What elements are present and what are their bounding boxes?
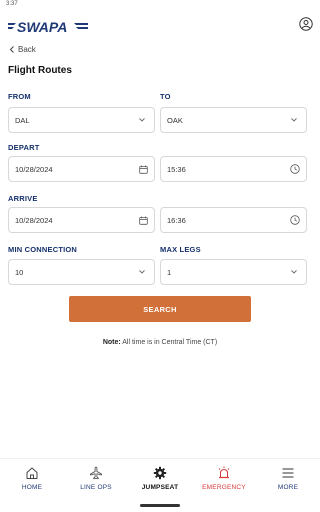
nav-label-home: HOME	[21, 484, 43, 491]
status-bar: 3:37	[0, 0, 320, 10]
calendar-icon[interactable]	[137, 216, 149, 225]
chevron-down-icon	[136, 270, 148, 274]
clock-icon[interactable]	[289, 215, 301, 225]
min-connection-select[interactable]: 10	[8, 259, 155, 285]
nav-label-more: MORE	[277, 484, 299, 491]
max-legs-value: 1	[167, 267, 172, 277]
gear-icon	[153, 466, 167, 480]
airplane-icon	[90, 466, 102, 480]
arrive-date-value: 10/28/2024	[15, 215, 53, 225]
depart-date-value: 10/28/2024	[15, 164, 53, 174]
arrive-time-value: 16:36	[167, 215, 186, 225]
nav-label-emergency: EMERGENCY	[202, 484, 246, 491]
svg-text:SWAPA: SWAPA	[17, 19, 67, 35]
min-connection-value: 10	[15, 267, 24, 277]
chevron-left-icon	[9, 46, 14, 53]
from-label: FROM	[8, 92, 31, 101]
back-label: Back	[18, 45, 36, 54]
time-zone-note: Note: All time is in Central Time (CT)	[0, 339, 320, 346]
nav-item-more[interactable]: MORE	[256, 459, 320, 498]
to-label: TO	[160, 92, 171, 101]
chevron-down-icon	[136, 118, 148, 122]
swapa-logo: SWAPA	[8, 19, 88, 35]
from-value: DAL	[15, 115, 30, 125]
nav-item-line-ops[interactable]: LINE OPS	[64, 459, 128, 498]
depart-time-field[interactable]: 15:36	[160, 156, 307, 182]
page-title: Flight Routes	[8, 65, 72, 76]
chevron-down-icon	[288, 270, 300, 274]
nav-item-emergency[interactable]: EMERGENCY	[192, 459, 256, 498]
to-select[interactable]: OAK	[160, 107, 307, 133]
calendar-icon[interactable]	[137, 165, 149, 174]
alarm-light-icon	[218, 466, 230, 479]
max-legs-select[interactable]: 1	[160, 259, 307, 285]
system-gesture-bar	[0, 498, 320, 512]
profile-icon[interactable]	[299, 17, 313, 31]
note-text: All time is in Central Time (CT)	[120, 339, 218, 346]
app-header: SWAPA	[0, 12, 320, 40]
arrive-label: ARRIVE	[8, 194, 38, 203]
menu-icon	[282, 468, 294, 478]
depart-label: DEPART	[8, 143, 40, 152]
bottom-nav: HOME LINE OPS JUMPSEAT EMERGENCY MORE	[0, 458, 320, 498]
nav-item-home[interactable]: HOME	[0, 459, 64, 498]
nav-label-jumpseat: JUMPSEAT	[141, 484, 179, 491]
search-button[interactable]: SEARCH	[69, 296, 251, 322]
nav-item-jumpseat[interactable]: JUMPSEAT	[128, 459, 192, 498]
home-indicator[interactable]	[140, 504, 180, 507]
depart-date-field[interactable]: 10/28/2024	[8, 156, 155, 182]
home-icon	[26, 467, 38, 479]
back-link[interactable]: Back	[9, 45, 36, 54]
max-legs-label: MAX LEGS	[160, 245, 201, 254]
chevron-down-icon	[288, 118, 300, 122]
from-select[interactable]: DAL	[8, 107, 155, 133]
status-time: 3:37	[6, 1, 18, 7]
arrive-time-field[interactable]: 16:36	[160, 207, 307, 233]
note-prefix: Note:	[102, 339, 121, 346]
nav-label-line-ops: LINE OPS	[80, 484, 112, 491]
arrive-date-field[interactable]: 10/28/2024	[8, 207, 155, 233]
clock-icon[interactable]	[289, 164, 301, 174]
depart-time-value: 15:36	[167, 164, 186, 174]
to-value: OAK	[167, 115, 183, 125]
min-connection-label: MIN CONNECTION	[8, 245, 78, 254]
